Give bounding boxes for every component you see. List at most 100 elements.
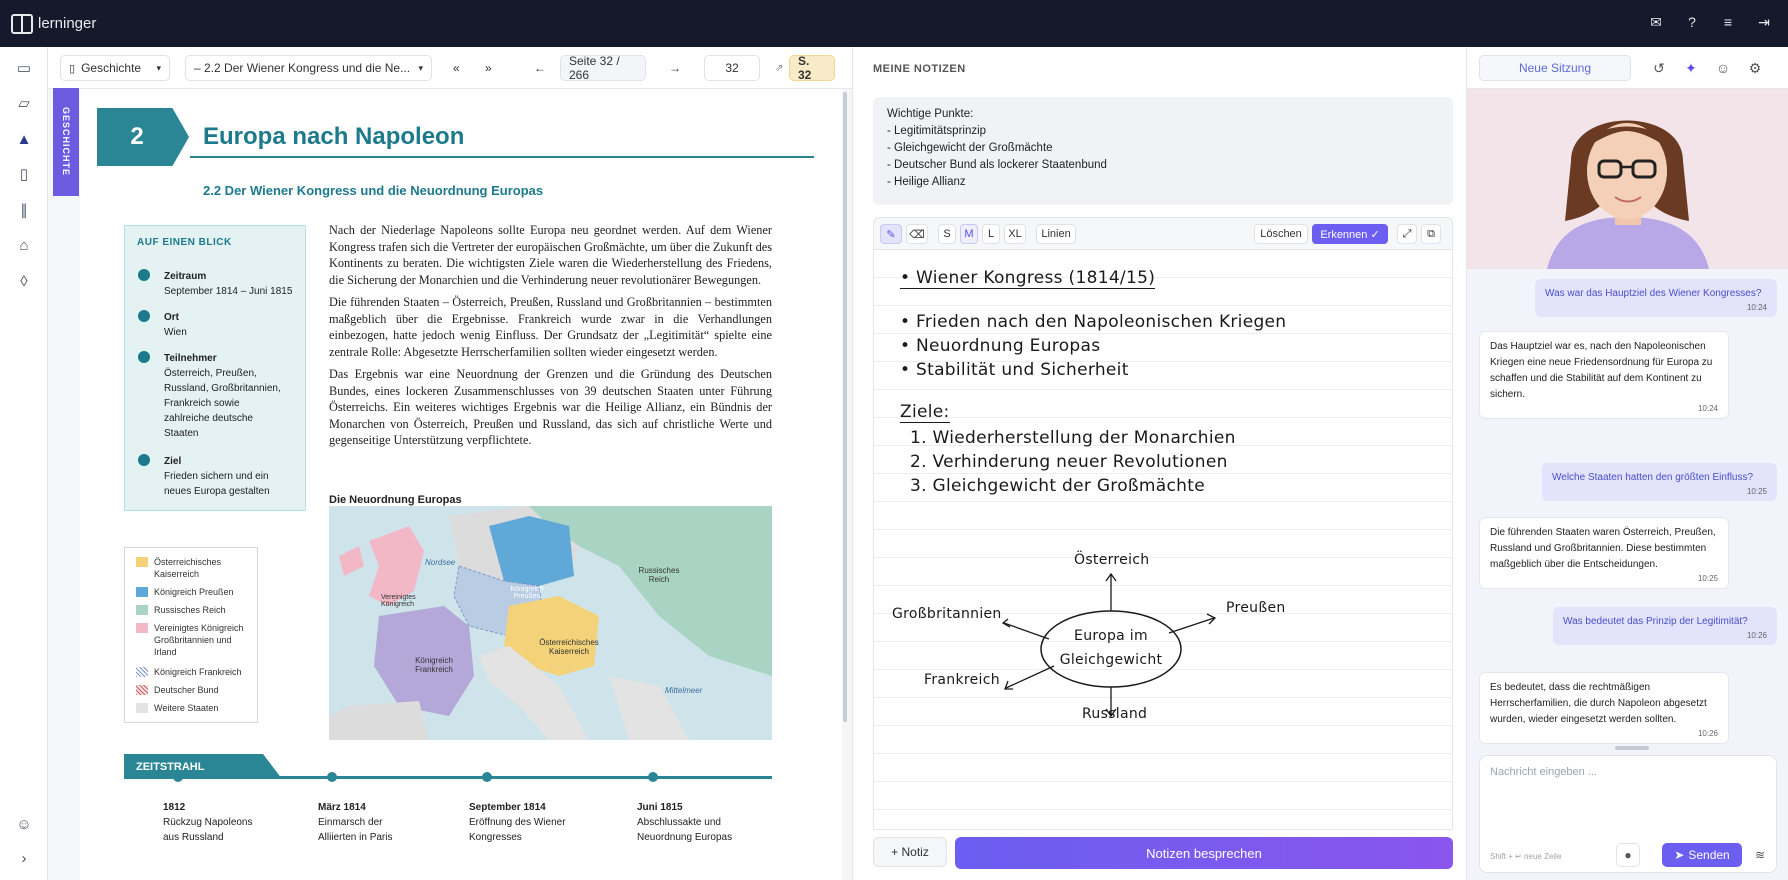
chat-panel: Neue Sitzung ↺ ✦ ☺ ⚙ Was war das Hauptzi… — [1467, 47, 1788, 880]
message-text: Es bedeutet, dass die rechtmäßigen Herrs… — [1490, 682, 1707, 725]
mindmap-node-top: Österreich — [1074, 552, 1150, 568]
subject-bookmark[interactable]: GESCHICHTE — [53, 88, 79, 196]
add-note-button[interactable]: + Notiz — [873, 837, 947, 867]
chat-message-user: Was war das Hauptziel des Wiener Kongres… — [1535, 279, 1777, 317]
glance-item-value: Wien — [164, 327, 187, 338]
timeline-date: Juni 1815 — [637, 802, 683, 813]
book-scrollbar[interactable] — [843, 92, 847, 722]
message-text: Was bedeutet das Prinzip der Legitimität… — [1563, 616, 1748, 627]
resize-handle[interactable] — [1615, 746, 1649, 750]
prev-page-button[interactable]: ← — [526, 55, 554, 81]
handwriting-canvas[interactable]: • Wiener Kongress (1814/15) • Frieden na… — [873, 250, 1453, 830]
timeline-dot — [173, 772, 183, 782]
legend-swatch — [136, 703, 148, 713]
book-icon[interactable]: ▯ — [12, 162, 36, 186]
send-icon: ➤ — [1674, 848, 1685, 862]
app-logo[interactable]: lerninger — [11, 13, 97, 34]
key-points-line: - Heilige Allianz — [887, 176, 966, 188]
timeline-text: Rückzug Napoleons aus Russland — [163, 817, 253, 843]
send-button[interactable]: ➤ Senden — [1662, 843, 1742, 867]
timeline-dot — [482, 772, 492, 782]
page-badge[interactable]: S. 32 — [789, 54, 835, 82]
new-session-button[interactable]: Neue Sitzung — [1479, 55, 1631, 81]
graduation-cap-icon[interactable]: ▲ — [12, 127, 36, 151]
size-l-button[interactable]: L — [982, 224, 1000, 244]
next-page-button[interactable]: → — [661, 55, 689, 81]
paragraph: Das Ergebnis war eine Neuordnung der Gre… — [329, 367, 772, 447]
folder-icon[interactable]: ▱ — [12, 91, 36, 115]
lines-button[interactable]: Linien — [1036, 224, 1076, 244]
subject-select[interactable]: ▯ Geschichte ▾ — [60, 55, 170, 81]
timeline-date: März 1814 — [318, 802, 366, 813]
key-points-box[interactable]: Wichtige Punkte: - Legitimitätsprinzip -… — [873, 97, 1453, 205]
mindmap-center-line: Gleichgewicht — [1059, 652, 1163, 668]
glance-item: Teilnehmer Österreich, Preußen, Russland… — [138, 351, 298, 441]
mail-icon[interactable]: ✉ — [1646, 12, 1666, 32]
mindmap-node-bottom-left: Frankreich — [924, 672, 1000, 688]
microphone-icon[interactable]: ● — [1616, 843, 1640, 867]
legend-swatch — [136, 667, 148, 677]
legend-label: Königreich Frankreich — [154, 667, 242, 677]
message-time: 10:24 — [1697, 404, 1718, 413]
timeline-line — [124, 776, 772, 779]
delete-button[interactable]: Löschen — [1254, 224, 1308, 244]
last-page-button[interactable]: » — [477, 55, 500, 81]
library-icon[interactable]: ∥ — [12, 198, 36, 222]
location-pin-icon — [138, 310, 150, 322]
goto-icon[interactable]: ⇗ — [767, 55, 792, 81]
sliders-icon[interactable]: ≡ — [1718, 12, 1738, 32]
app-name: lerninger — [38, 15, 97, 32]
settings-icon[interactable]: ⚙ — [1745, 58, 1765, 78]
help-icon[interactable]: ? — [1682, 12, 1702, 32]
user-icon[interactable]: ☺ — [12, 812, 36, 836]
message-text: Welche Staaten hatten den größten Einflu… — [1552, 472, 1754, 483]
legend-swatch — [136, 557, 148, 567]
store-icon[interactable]: ⌂ — [12, 233, 36, 257]
waveform-icon[interactable]: ≋ — [1748, 843, 1772, 867]
discuss-notes-button[interactable]: Notizen besprechen — [955, 837, 1453, 869]
at-a-glance-box: AUF EINEN BLICK Zeitraum September 1814 … — [124, 225, 306, 511]
section-title: 2.2 Der Wiener Kongress und die Neuordnu… — [203, 183, 544, 198]
legend-item: Deutscher Bund — [136, 684, 219, 696]
person-icon[interactable]: ☺ — [1713, 58, 1733, 78]
glance-item: Zeitraum September 1814 – Juni 1815 — [138, 269, 298, 299]
pen-icon[interactable]: ✎ — [880, 224, 902, 244]
pen-toolbar: ✎ ⌫ S M L XL Linien Löschen Erkennen ✓ ⤢… — [873, 217, 1453, 250]
recognize-button[interactable]: Erkennen ✓ — [1312, 224, 1388, 244]
legend-swatch — [136, 587, 148, 597]
presentation-icon[interactable]: ▭ — [12, 56, 36, 80]
mindmap-center: Europa im Gleichgewicht — [1051, 624, 1171, 672]
eraser-icon[interactable]: ⌫ — [906, 224, 928, 244]
map-label-britain: Vereinigtes Königreich — [381, 594, 416, 608]
size-m-button[interactable]: M — [960, 224, 978, 244]
map-title: Die Neuordnung Europas — [329, 494, 462, 506]
chat-input-field[interactable]: Nachricht eingeben ... — [1490, 766, 1597, 778]
ai-tutor-icon[interactable]: ✦ — [1681, 58, 1701, 78]
page-indicator: Seite 32 / 266 — [560, 54, 646, 82]
first-page-button[interactable]: « — [445, 55, 468, 81]
logout-icon[interactable]: ⇥ — [1754, 12, 1774, 32]
chapter-select[interactable]: – 2.2 Der Wiener Kongress und die Ne... … — [185, 55, 432, 81]
send-label: Senden — [1688, 848, 1730, 862]
chevron-right-icon[interactable]: › — [12, 846, 36, 870]
popout-icon[interactable]: ⧉ — [1421, 224, 1441, 244]
message-text: Das Hauptziel war es, nach den Napoleoni… — [1490, 341, 1713, 400]
book-icon: ▯ — [69, 62, 76, 75]
chat-message-user: Welche Staaten hatten den größten Einflu… — [1542, 463, 1777, 501]
size-xl-button[interactable]: XL — [1004, 224, 1026, 244]
chapter-title: Europa nach Napoleon — [203, 123, 465, 150]
page-input[interactable]: 32 — [704, 55, 760, 81]
glance-item-title: Ort — [164, 312, 179, 323]
timeline-text: Einmarsch der Alliierten in Paris — [318, 817, 393, 843]
shield-icon[interactable]: ◊ — [12, 269, 36, 293]
mindmap-node-right: Preußen — [1226, 600, 1286, 616]
book-toolbar: ▯ Geschichte ▾ – 2.2 Der Wiener Kongress… — [48, 47, 852, 89]
chat-message-user: Was bedeutet das Prinzip der Legitimität… — [1553, 607, 1777, 645]
expand-icon[interactable]: ⤢ — [1397, 224, 1417, 244]
size-s-button[interactable]: S — [938, 224, 956, 244]
paragraph: Die führenden Staaten – Österreich, Preu… — [329, 295, 772, 359]
history-icon[interactable]: ↺ — [1649, 58, 1669, 78]
mindmap-node-bottom: Russland — [1082, 706, 1148, 722]
europe-map[interactable]: Nordsee Russisches Reich Königreich Preu… — [329, 506, 772, 740]
mindmap-center-line: Europa im — [1074, 628, 1148, 644]
